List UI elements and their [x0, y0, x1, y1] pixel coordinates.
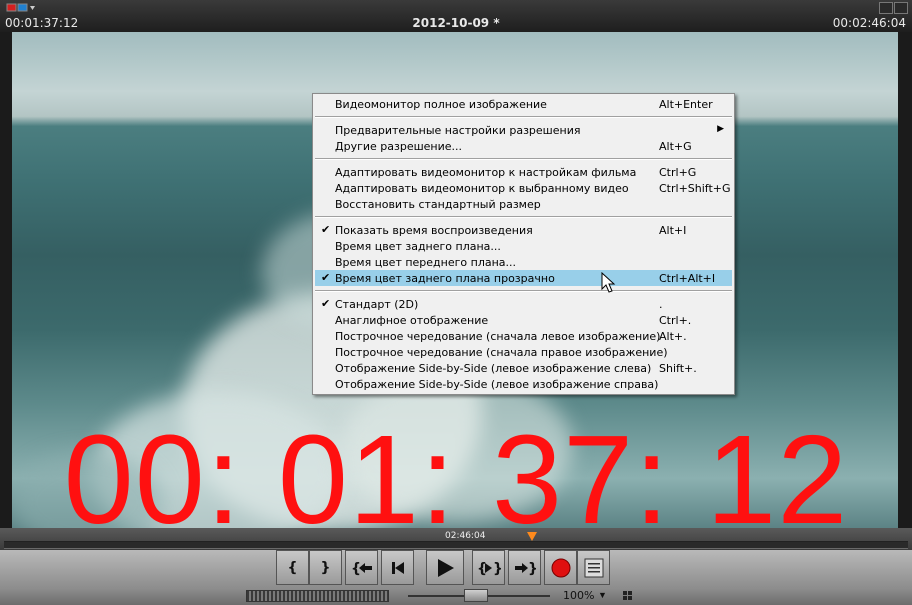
menu-item-label: Другие разрешение... — [335, 140, 463, 153]
menu-item-label: Время цвет заднего плана... — [335, 240, 501, 253]
svg-text:}: } — [528, 561, 536, 576]
skip-back-icon — [391, 561, 404, 574]
minimize-button[interactable] — [879, 2, 893, 14]
previous-marker-button[interactable] — [381, 550, 414, 585]
playhead-marker-icon[interactable] — [527, 532, 537, 541]
zoom-slider-handle[interactable] — [464, 589, 488, 602]
chevron-down-icon[interactable]: ▼ — [598, 590, 607, 600]
menu-item-shortcut: Ctrl+Shift+G — [659, 182, 731, 195]
menu-item-label: Время цвет переднего плана... — [335, 256, 517, 269]
menu-item-shortcut: Shift+. — [659, 362, 697, 375]
menu-separator — [315, 158, 732, 160]
menu-item-label: Построчное чередование (сначала правое и… — [335, 346, 668, 359]
menu-item-shortcut: Alt+Enter — [659, 98, 713, 111]
set-in-icon: { — [287, 559, 298, 576]
menu-item-label: Показать время воспроизведения — [335, 224, 533, 237]
menu-item-time-background-transparent[interactable]: ✔ Время цвет заднего плана прозрачно Ctr… — [315, 270, 732, 286]
menu-item-label: Предварительные настройки разрешения — [335, 124, 581, 137]
menu-separator — [315, 216, 732, 218]
checkmark-icon: ✔ — [321, 223, 331, 236]
menu-item-label: Отображение Side-by-Side (левое изображе… — [335, 378, 659, 391]
menu-item-interlace-left-first[interactable]: Построчное чередование (сначала левое из… — [315, 328, 732, 344]
go-to-in-icon: { — [351, 561, 372, 576]
submenu-arrow-icon: ▶ — [717, 124, 724, 134]
menu-item-shortcut: Alt+G — [659, 140, 692, 153]
menu-item-side-by-side-left[interactable]: Отображение Side-by-Side (левое изображе… — [315, 360, 732, 376]
record-button[interactable] — [544, 550, 577, 585]
menu-item-shortcut: Ctrl+G — [659, 166, 697, 179]
menu-item-adapt-to-video[interactable]: Адаптировать видеомонитор к выбранному в… — [315, 180, 732, 196]
menu-item-label: Стандарт (2D) — [335, 298, 419, 311]
next-marker-button[interactable]: } — [508, 550, 541, 585]
record-icon — [551, 558, 570, 577]
menu-item-other-resolution[interactable]: Другие разрешение... Alt+G — [315, 138, 732, 154]
skip-forward-icon: } — [514, 561, 536, 576]
menu-item-restore-size[interactable]: Восстановить стандартный размер — [315, 196, 732, 212]
menu-item-label: Время цвет заднего плана прозрачно — [335, 272, 555, 285]
menu-item-anaglyph[interactable]: Анаглифное отображение Ctrl+. — [315, 312, 732, 328]
menu-item-label: Адаптировать видеомонитор к выбранному в… — [335, 182, 629, 195]
svg-text:{: { — [351, 561, 361, 576]
menu-item-time-foreground-color[interactable]: Время цвет переднего плана... — [315, 254, 732, 270]
transport-controls: { } { { } } — [0, 550, 912, 588]
menu-item-label: Видеомонитор полное изображение — [335, 98, 547, 111]
menu-item-label: Анаглифное отображение — [335, 314, 489, 327]
menu-separator — [315, 290, 732, 292]
window-title: 2012-10-09 * — [412, 16, 500, 30]
menu-item-shortcut: . — [659, 298, 663, 311]
total-timecode: 00:02:46:04 — [832, 16, 906, 30]
svg-text:}: } — [493, 561, 501, 576]
menu-item-resolution-presets[interactable]: Предварительные настройки разрешения ▶ — [315, 122, 732, 138]
context-menu: Видеомонитор полное изображение Alt+Ente… — [312, 93, 735, 395]
menu-item-interlace-right-first[interactable]: Построчное чередование (сначала правое и… — [315, 344, 732, 360]
go-to-out-icon: { } — [477, 561, 501, 576]
jog-wheel[interactable] — [246, 590, 389, 602]
menu-item-fullscreen-monitor[interactable]: Видеомонитор полное изображение Alt+Ente… — [315, 96, 732, 112]
play-button[interactable] — [426, 550, 464, 585]
menu-separator — [315, 116, 732, 118]
menu-item-label: Адаптировать видеомонитор к настройкам ф… — [335, 166, 637, 179]
list-icon — [584, 558, 603, 577]
timeline-track[interactable] — [4, 541, 908, 549]
menu-item-shortcut: Alt+I — [659, 224, 687, 237]
play-icon — [438, 558, 454, 577]
timeline-scrubber[interactable]: 02:46:04 — [0, 528, 912, 550]
zoom-level[interactable]: 100% — [563, 589, 594, 602]
menu-item-shortcut: Alt+. — [659, 330, 687, 343]
menu-item-label: Построчное чередование (сначала левое из… — [335, 330, 661, 343]
menu-item-shortcut: Ctrl+Alt+I — [659, 272, 716, 285]
checkmark-icon: ✔ — [321, 271, 331, 284]
menu-item-label: Восстановить стандартный размер — [335, 198, 541, 211]
mouse-cursor-icon — [601, 272, 616, 293]
set-in-button[interactable]: { — [276, 550, 309, 585]
title-bar: 00:01:37:12 2012-10-09 * 00:02:46:04 — [0, 0, 912, 32]
menu-item-adapt-to-movie[interactable]: Адаптировать видеомонитор к настройкам ф… — [315, 164, 732, 180]
maximize-button[interactable] — [894, 2, 908, 14]
menu-item-time-background-color[interactable]: Время цвет заднего плана... — [315, 238, 732, 254]
set-out-icon: } — [320, 559, 331, 576]
checkmark-icon: ✔ — [321, 297, 331, 310]
go-to-out-button[interactable]: { } — [472, 550, 505, 585]
go-to-in-button[interactable]: { — [345, 550, 378, 585]
timeline-position-label: 02:46:04 — [445, 531, 486, 541]
menu-item-standard-2d[interactable]: ✔ Стандарт (2D) . — [315, 296, 732, 312]
grid-icon[interactable] — [623, 591, 632, 600]
set-out-button[interactable]: } — [309, 550, 342, 585]
monitor-icon[interactable] — [6, 3, 36, 13]
menu-item-label: Отображение Side-by-Side (левое изображе… — [335, 362, 652, 375]
menu-item-side-by-side-right[interactable]: Отображение Side-by-Side (левое изображе… — [315, 376, 732, 392]
menu-item-show-playback-time[interactable]: ✔ Показать время воспроизведения Alt+I — [315, 222, 732, 238]
status-bar: 100% ▼ — [0, 588, 912, 605]
menu-list-button[interactable] — [577, 550, 610, 585]
menu-item-shortcut: Ctrl+. — [659, 314, 692, 327]
